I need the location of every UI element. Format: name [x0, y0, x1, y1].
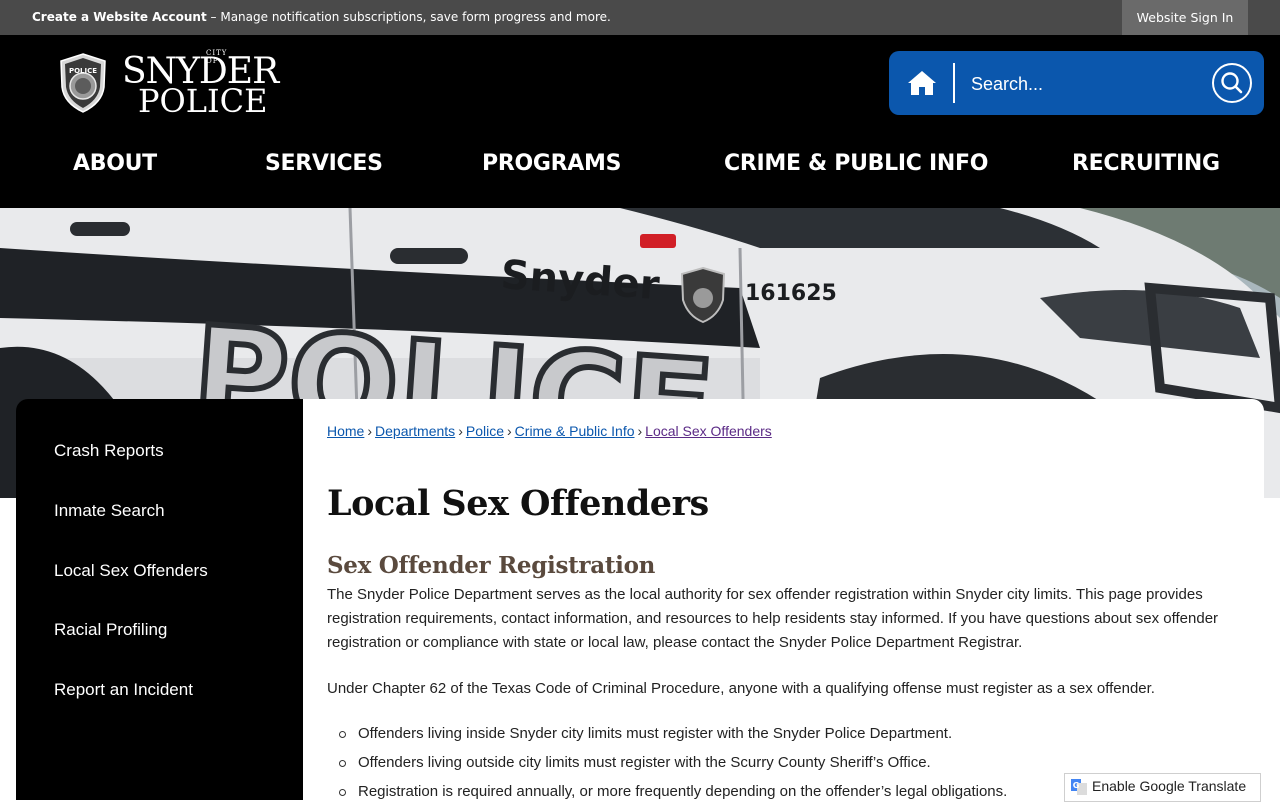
list-item: Offenders living outside city limits mus… [327, 751, 1007, 780]
search-divider [953, 63, 955, 103]
breadcrumb-separator: › [367, 423, 373, 439]
section-title: Sex Offender Registration [327, 552, 656, 579]
sidebar-item-local-sex-offenders[interactable]: Local Sex Offenders [54, 561, 208, 581]
sidebar-item-crash-reports[interactable]: Crash Reports [54, 441, 164, 461]
nav-services[interactable]: SERVICES [265, 151, 383, 176]
nav-programs[interactable]: PROGRAMS [482, 151, 621, 176]
main-nav: ABOUT SERVICES PROGRAMS CRIME & PUBLIC I… [0, 151, 1280, 191]
chapter-62-paragraph: Under Chapter 62 of the Texas Code of Cr… [327, 680, 1155, 697]
search-input[interactable] [969, 68, 1203, 100]
list-item: Offenders living inside Snyder city limi… [327, 722, 1007, 751]
breadcrumb-crime-public-info[interactable]: Crime & Public Info [515, 423, 635, 439]
breadcrumb-departments[interactable]: Departments [375, 423, 455, 439]
police-badge-icon: POLICE [60, 53, 106, 113]
page-title: Local Sex Offenders [327, 483, 709, 524]
sidebar-item-report-an-incident[interactable]: Report an Incident [54, 680, 193, 700]
nav-about[interactable]: ABOUT [73, 151, 157, 176]
google-translate-icon: G [1071, 779, 1087, 795]
account-message: Create a Website Account – Manage notifi… [32, 10, 611, 24]
breadcrumb-separator: › [637, 423, 643, 439]
sidebar-nav: Crash Reports Inmate Search Local Sex Of… [16, 399, 303, 800]
sidebar-item-inmate-search[interactable]: Inmate Search [54, 501, 165, 521]
account-message-text: – Manage notification subscriptions, sav… [206, 10, 611, 24]
intro-paragraph: The Snyder Police Department serves as t… [327, 586, 1219, 651]
search-bar [889, 51, 1264, 115]
list-item: Registration is required annually, or mo… [327, 780, 1007, 809]
main-content: Home › Departments › Police › Crime & Public I… [303, 399, 1264, 800]
logo-police: POLICE [138, 82, 268, 120]
sidebar-item-racial-profiling[interactable]: Racial Profiling [54, 620, 167, 640]
google-translate-label: Enable Google Translate [1092, 778, 1247, 794]
breadcrumb: Home › Departments › Police › Crime & Public I… [327, 423, 772, 439]
svg-text:G: G [1073, 781, 1080, 790]
breadcrumb-police[interactable]: Police [466, 423, 504, 439]
breadcrumb-separator: › [507, 423, 512, 439]
search-icon[interactable] [1211, 62, 1253, 104]
breadcrumb-home[interactable]: Home [327, 423, 364, 439]
breadcrumb-separator: › [458, 423, 463, 439]
nav-recruiting[interactable]: RECRUITING [1072, 151, 1220, 176]
svg-text:161625: 161625 [745, 281, 837, 306]
registration-list: Offenders living inside Snyder city limi… [327, 722, 1007, 809]
nav-crime-public-info[interactable]: CRIME & PUBLIC INFO [724, 151, 988, 176]
website-sign-in-button[interactable]: Website Sign In [1122, 0, 1248, 35]
google-translate-button[interactable]: G Enable Google Translate [1064, 773, 1261, 802]
site-logo[interactable]: POLICE CITY OF SNYDER POLICE [58, 49, 288, 120]
account-bar: Create a Website Account – Manage notifi… [0, 0, 1280, 35]
create-account-link[interactable]: Create a Website Account [32, 10, 207, 24]
site-header: POLICE CITY OF SNYDER POLICE ABOUT SERVI… [0, 35, 1280, 208]
breadcrumb-local-sex-offenders[interactable]: Local Sex Offenders [645, 423, 772, 439]
svg-text:POLICE: POLICE [69, 67, 97, 75]
home-icon[interactable] [905, 67, 939, 99]
